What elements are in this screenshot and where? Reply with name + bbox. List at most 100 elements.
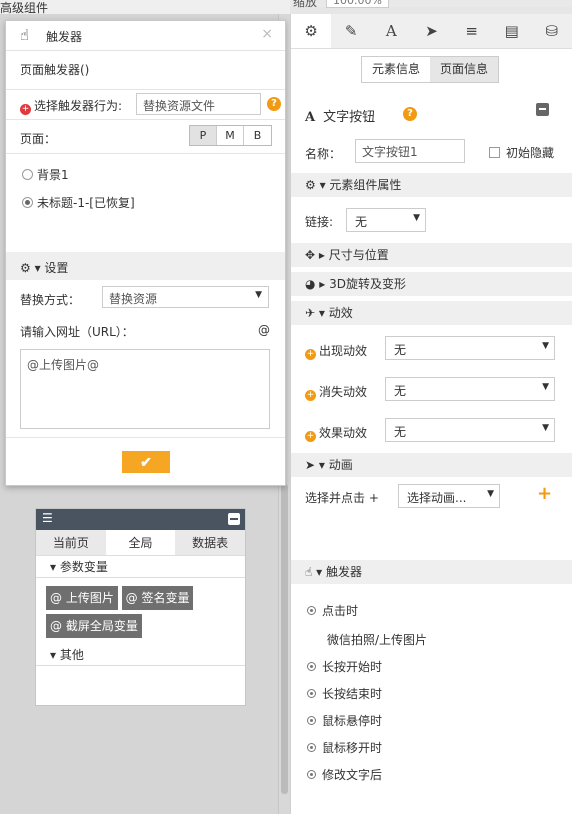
plus-icon: + bbox=[305, 390, 316, 401]
name-field[interactable]: 文字按钮1 bbox=[355, 139, 465, 163]
url-textarea[interactable]: @上传图片@ bbox=[20, 349, 270, 429]
link-select[interactable]: 无 ▼ bbox=[346, 208, 426, 232]
device-button-p[interactable]: P bbox=[190, 126, 217, 145]
checkbox[interactable] bbox=[489, 147, 500, 158]
tab-data-table[interactable]: 数据表 bbox=[175, 530, 246, 555]
radio-icon bbox=[307, 689, 316, 698]
confirm-button[interactable]: ✔ bbox=[122, 451, 170, 473]
effect-select-appear[interactable]: 无 ▼ bbox=[385, 336, 555, 360]
at-symbol[interactable]: @ bbox=[258, 323, 270, 337]
chevron-down-icon: ▼ bbox=[542, 382, 549, 392]
divider bbox=[6, 153, 285, 154]
zoom-value[interactable]: 100.00% bbox=[326, 0, 389, 8]
radio-icon bbox=[307, 662, 316, 671]
animation-header[interactable]: ➤ ▾ 动画 bbox=[291, 453, 572, 477]
scrollbar-thumb[interactable] bbox=[281, 484, 288, 794]
effect-select-disappear[interactable]: 无 ▼ bbox=[385, 377, 555, 401]
database-icon[interactable]: ⛁ bbox=[532, 14, 572, 48]
settings-section-header[interactable]: ⚙ ▾ 设置 bbox=[6, 252, 285, 280]
radio-icon bbox=[307, 606, 316, 615]
close-icon[interactable]: × bbox=[261, 26, 273, 42]
trigger-item[interactable]: 微信拍照/上传图片 bbox=[327, 631, 427, 648]
dialog-header: ☝ 触发器 × bbox=[6, 21, 285, 51]
trigger-item[interactable]: 修改文字后 bbox=[307, 766, 382, 783]
replace-mode-label: 替换方式： bbox=[20, 293, 81, 307]
element-type: A 文字按钮 bbox=[305, 110, 376, 125]
trigger-item[interactable]: 鼠标移开时 bbox=[307, 739, 382, 756]
trigger-item[interactable]: 长按结束时 bbox=[307, 685, 382, 702]
plus-icon: + bbox=[305, 431, 316, 442]
segment-page-info[interactable]: 页面信息 bbox=[430, 57, 498, 82]
pencil-icon[interactable]: ✎ bbox=[331, 14, 371, 48]
size-position-header[interactable]: ✥ ▸ 尺寸与位置 bbox=[291, 243, 572, 267]
device-button-b[interactable]: B bbox=[244, 126, 271, 145]
collapse-icon[interactable] bbox=[536, 103, 549, 116]
component-props-header[interactable]: ⚙ ▾ 元素组件属性 bbox=[291, 173, 572, 197]
divider bbox=[6, 437, 285, 438]
page-option[interactable]: 未标题-1-[已恢复] bbox=[22, 194, 135, 211]
tab-global[interactable]: 全局 bbox=[105, 530, 176, 555]
trigger-header[interactable]: ☝ ▾ 触发器 bbox=[291, 560, 572, 584]
variable-tag[interactable]: @ 截屏全局变量 bbox=[46, 614, 142, 638]
name-label: 名称： bbox=[305, 147, 342, 161]
chevron-down-icon: ▼ bbox=[542, 341, 549, 351]
chevron-down-icon: ▼ bbox=[542, 423, 549, 433]
trigger-item[interactable]: 点击时 bbox=[307, 602, 358, 619]
document-icon[interactable]: ▤ bbox=[492, 14, 532, 48]
dialog-title: 触发器 bbox=[46, 30, 83, 44]
plus-icon: + bbox=[20, 104, 31, 115]
gear-icon[interactable]: ⚙ bbox=[291, 14, 332, 48]
chevron-down-icon: ▼ bbox=[413, 213, 420, 223]
trigger-item[interactable]: 鼠标悬停时 bbox=[307, 712, 382, 729]
trigger-dialog: ☝ 触发器 × 页面触发器() + 选择触发器行为: 替换资源文件 ? 页面： P… bbox=[5, 20, 286, 486]
help-icon[interactable]: ? bbox=[267, 97, 281, 111]
effects-header[interactable]: ✈ ▾ 动效 bbox=[291, 301, 572, 325]
properties-panel: ⚙ ✎ A ➤ ≡ ▤ ⛁ 元素信息 页面信息 A 文字按钮 ? 名称： 文字按钮… bbox=[290, 14, 572, 814]
initial-hidden-checkbox[interactable]: 初始隐藏 bbox=[489, 144, 554, 161]
top-toolbar-right: 缩放 100.00% bbox=[290, 0, 572, 9]
variable-tag[interactable]: @ 签名变量 bbox=[121, 586, 194, 610]
chevron-down-icon: ▼ bbox=[487, 489, 494, 499]
variable-tag[interactable]: @ 上传图片 bbox=[46, 586, 118, 610]
device-button-m[interactable]: M bbox=[217, 126, 244, 145]
anim-select-label: 选择并点击 + bbox=[305, 491, 379, 505]
trigger-item[interactable]: 长按开始时 bbox=[307, 658, 382, 675]
divider bbox=[6, 119, 285, 120]
minimize-icon[interactable] bbox=[228, 513, 240, 525]
tab-current-page[interactable]: 当前页 bbox=[36, 530, 106, 555]
radio-icon bbox=[307, 770, 316, 779]
replace-mode-select[interactable]: 替换资源 ▼ bbox=[102, 286, 269, 308]
text-icon: A bbox=[305, 110, 316, 125]
trigger-subtitle: 页面触发器() bbox=[20, 63, 90, 77]
segment-element-info[interactable]: 元素信息 bbox=[362, 57, 430, 82]
select-behavior-label: + 选择触发器行为: bbox=[20, 99, 123, 115]
effect-label-effect: + 效果动效 bbox=[305, 426, 368, 442]
send-icon[interactable]: ➤ bbox=[411, 14, 451, 48]
variables-tabs: 当前页 全局 数据表 bbox=[36, 530, 246, 556]
radio-button[interactable] bbox=[22, 197, 33, 208]
add-animation-button[interactable]: + bbox=[537, 483, 552, 504]
behavior-select[interactable]: 替换资源文件 bbox=[136, 93, 261, 115]
variables-panel: ☰ 当前页 全局 数据表 ▾ 参数变量 @ 上传图片 @ 签名变量 @ 截屏全局… bbox=[35, 508, 246, 706]
text-icon[interactable]: A bbox=[371, 14, 411, 48]
top-toolbar: 高级组件 bbox=[0, 0, 290, 15]
radio-button[interactable] bbox=[22, 169, 33, 180]
url-label: 请输入网址（URL）： bbox=[20, 325, 134, 339]
rotate-header[interactable]: ◕ ▸ 3D旋转及变形 bbox=[291, 272, 572, 296]
hand-pointer-icon: ☝ bbox=[20, 26, 30, 44]
help-icon[interactable]: ? bbox=[403, 107, 417, 121]
divider bbox=[6, 89, 285, 90]
effect-select-effect[interactable]: 无 ▼ bbox=[385, 418, 555, 442]
page-option[interactable]: 背景1 bbox=[22, 166, 69, 183]
device-switch: P M B bbox=[189, 125, 272, 146]
param-section-header[interactable]: ▾ 参数变量 bbox=[36, 556, 245, 578]
page-label: 页面： bbox=[20, 132, 57, 146]
other-section-header[interactable]: ▾ 其他 bbox=[36, 644, 245, 666]
chevron-down-icon: ▼ bbox=[255, 290, 262, 300]
anim-select[interactable]: 选择动画... ▼ bbox=[398, 484, 500, 508]
list-icon[interactable]: ≡ bbox=[452, 14, 492, 48]
menu-icon[interactable]: ☰ bbox=[42, 511, 53, 525]
variable-tags: @ 上传图片 @ 签名变量 @ 截屏全局变量 bbox=[36, 578, 245, 644]
link-label: 链接: bbox=[305, 215, 334, 229]
effect-label-disappear: + 消失动效 bbox=[305, 385, 368, 401]
